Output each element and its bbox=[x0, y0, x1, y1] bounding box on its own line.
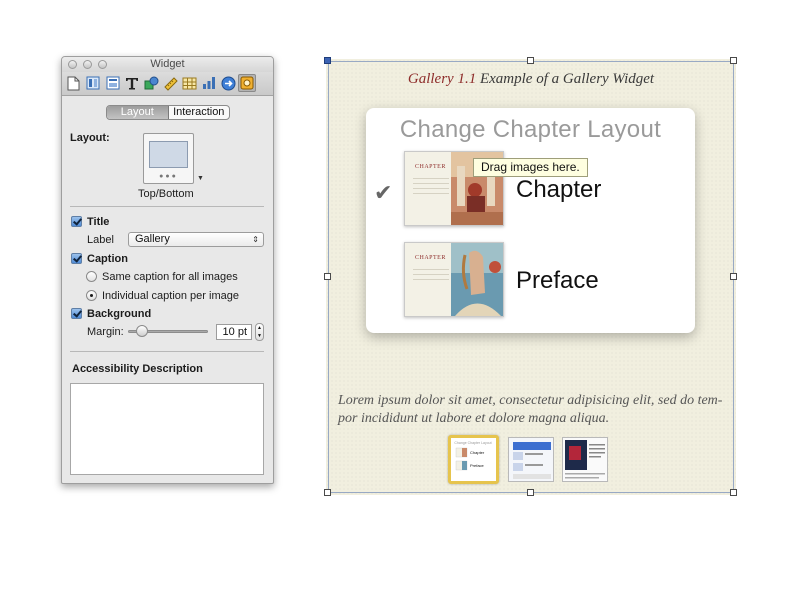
metrics-icon[interactable] bbox=[84, 74, 102, 92]
selection-handle-right[interactable] bbox=[730, 273, 737, 280]
caption-same-radio[interactable] bbox=[86, 271, 97, 282]
inspector-window: Widget Layout Interaction Layout: ●●● ▼ … bbox=[61, 56, 274, 484]
margin-slider-knob[interactable] bbox=[136, 325, 148, 337]
caption-checkbox-label: Caption bbox=[87, 253, 128, 265]
link-icon[interactable] bbox=[219, 74, 237, 92]
chart-icon[interactable] bbox=[200, 74, 218, 92]
tab-interaction[interactable]: Interaction bbox=[169, 106, 230, 119]
layout-option-label: Top/Bottom bbox=[138, 188, 194, 200]
document-icon[interactable] bbox=[64, 74, 82, 92]
title-bar[interactable]: Widget bbox=[62, 57, 273, 72]
selection-handle-bottom-right[interactable] bbox=[730, 489, 737, 496]
title-label-text: Label bbox=[87, 234, 114, 246]
title-label-select-value: Gallery bbox=[135, 233, 170, 245]
accessibility-description-field[interactable] bbox=[70, 383, 264, 475]
ruler-icon[interactable] bbox=[161, 74, 179, 92]
layout-picker[interactable]: ●●● bbox=[143, 133, 194, 184]
selection-handle-anchor[interactable] bbox=[324, 57, 331, 64]
layout-icon[interactable] bbox=[104, 74, 122, 92]
divider bbox=[70, 351, 264, 352]
layout-label: Layout: bbox=[70, 132, 110, 144]
selection-handle-bottom-left[interactable] bbox=[324, 489, 331, 496]
caption-checkbox[interactable] bbox=[71, 253, 82, 264]
title-checkbox-label: Title bbox=[87, 216, 110, 228]
margin-stepper[interactable]: ▲ ▼ bbox=[255, 323, 264, 341]
selection-outline bbox=[328, 61, 734, 493]
layout-preview-dots: ●●● bbox=[159, 173, 178, 180]
margin-value-field[interactable]: 10 pt bbox=[216, 324, 252, 340]
selection-handle-bottom[interactable] bbox=[527, 489, 534, 496]
inspector-tab-bar: Layout Interaction bbox=[106, 105, 230, 120]
selection-handle-top[interactable] bbox=[527, 57, 534, 64]
divider bbox=[70, 206, 264, 207]
background-checkbox-label: Background bbox=[87, 308, 152, 320]
title-checkbox[interactable] bbox=[71, 216, 82, 227]
select-arrows-icon: ⇕ bbox=[252, 235, 259, 244]
inspector-toolbar bbox=[62, 72, 273, 96]
window-title: Widget bbox=[150, 58, 185, 70]
selection-handle-top-right[interactable] bbox=[730, 57, 737, 64]
layout-popup-arrow-icon[interactable]: ▼ bbox=[197, 175, 204, 182]
title-label-select[interactable]: Gallery ⇕ bbox=[128, 232, 264, 247]
background-checkbox[interactable] bbox=[71, 308, 82, 319]
layout-preview-pane bbox=[149, 141, 188, 168]
caption-individual-label: Individual caption per image bbox=[102, 290, 239, 302]
table-icon[interactable] bbox=[180, 74, 198, 92]
caption-individual-radio[interactable] bbox=[86, 290, 97, 301]
text-icon[interactable] bbox=[123, 74, 141, 92]
graphic-icon[interactable] bbox=[142, 74, 160, 92]
margin-label: Margin: bbox=[87, 326, 124, 338]
widget-icon[interactable] bbox=[238, 74, 256, 92]
accessibility-label: Accessibility Description bbox=[72, 363, 203, 375]
tab-layout[interactable]: Layout bbox=[107, 106, 169, 119]
selection-handle-left[interactable] bbox=[324, 273, 331, 280]
caption-same-label: Same caption for all images bbox=[102, 271, 238, 283]
